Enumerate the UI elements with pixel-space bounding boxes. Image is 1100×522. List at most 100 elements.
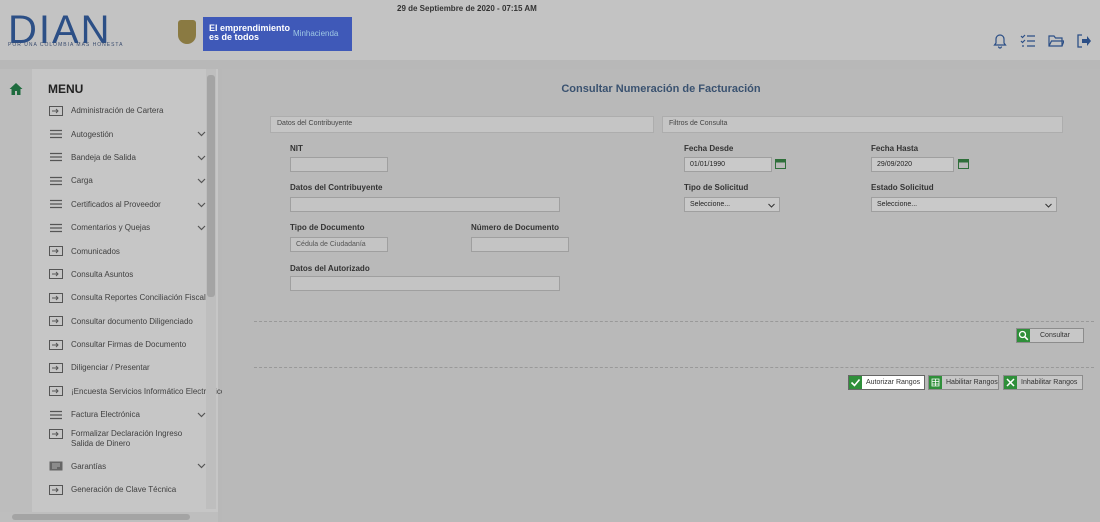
fecha-desde-label: Fecha Desde [684, 144, 734, 153]
arrow-box-icon [49, 269, 63, 280]
grid-icon [49, 461, 63, 471]
sidebar-item-label: Generación de Clave Técnica [71, 485, 177, 495]
sidebar-item[interactable]: Certificados al Proveedor [40, 193, 206, 216]
folder-icon[interactable] [1048, 33, 1064, 49]
arrow-box-icon [49, 246, 63, 257]
sidebar-item-label: Garantías [71, 461, 107, 471]
sidebar-item-label: Bandeja de Salida [71, 152, 136, 162]
chevron-down-icon[interactable] [197, 129, 206, 138]
estado-solicitud-select[interactable]: Seleccione... [871, 197, 1057, 212]
sidebar-item-label: Diligenciar / Presentar [71, 363, 150, 373]
lines-icon [49, 199, 63, 209]
app-window: DIAN POR UNA COLOMBIA MÁS HONESTA El emp… [0, 0, 1100, 522]
tipo-solicitud-value: Seleccione... [690, 201, 731, 208]
government-banner: El emprendimiento es de todos Minhaciend… [203, 17, 352, 51]
sidebar-item[interactable]: Diligenciar / Presentar [40, 356, 206, 379]
scrollbar-thumb[interactable] [207, 75, 215, 297]
sidebar-item[interactable]: Consulta Asuntos [40, 263, 206, 286]
fecha-desde-input[interactable]: 01/01/1990 [684, 157, 772, 172]
tipo-documento-label: Tipo de Documento [290, 223, 365, 232]
arrow-box-icon [49, 484, 63, 495]
autorizado-label: Datos del Autorizado [290, 264, 370, 273]
sidebar-item[interactable]: Administración de Cartera [40, 99, 206, 122]
chevron-down-icon[interactable] [197, 153, 206, 162]
lines-icon [49, 152, 63, 162]
sidebar-item-label: Comunicados [71, 246, 120, 256]
inhabilitar-rangos-button[interactable]: Inhabilitar Rangos [1003, 375, 1083, 390]
main-content: Consultar Numeración de Facturación Dato… [222, 69, 1100, 522]
lines-icon [49, 223, 63, 233]
logout-icon[interactable] [1076, 33, 1092, 49]
calendar-icon[interactable] [775, 159, 786, 169]
sidebar-item[interactable]: Factura Electrónica [40, 403, 206, 426]
scrollbar-thumb[interactable] [12, 514, 190, 520]
tipo-solicitud-label: Tipo de Solicitud [684, 183, 749, 192]
divider [254, 367, 1094, 368]
chevron-down-icon [768, 203, 775, 208]
inhabilitar-rangos-label: Inhabilitar Rangos [1021, 379, 1078, 386]
sidebar-item[interactable]: Consulta Reportes Conciliación Fiscal [40, 286, 206, 309]
arrow-box-icon [49, 429, 63, 440]
sidebar-item-label: Factura Electrónica [71, 410, 140, 420]
dian-logo[interactable]: DIAN POR UNA COLOMBIA MÁS HONESTA [8, 10, 148, 52]
sidebar: MENU Administración de Cartera Autogestió… [0, 69, 225, 522]
sidebar-item-label: Autogestión [71, 129, 114, 139]
sidebar-item-label: Consulta Asuntos [71, 269, 134, 279]
chevron-down-icon[interactable] [197, 410, 206, 419]
sidebar-horizontal-scrollbar[interactable] [0, 512, 218, 522]
chevron-down-icon[interactable] [197, 176, 206, 185]
nit-field [290, 157, 388, 172]
consultar-label: Consultar [1040, 332, 1070, 339]
panel-header-filtros: Filtros de Consulta [662, 116, 1063, 133]
fecha-hasta-input[interactable]: 29/09/2020 [871, 157, 954, 172]
habilitar-rangos-label: Habilitar Rangos [946, 379, 998, 386]
search-icon [1017, 329, 1030, 342]
sidebar-item[interactable]: Consultar Firmas de Documento [40, 333, 206, 356]
header: DIAN POR UNA COLOMBIA MÁS HONESTA El emp… [0, 0, 1100, 60]
sidebar-item[interactable]: Bandeja de Salida [40, 146, 206, 169]
sidebar-item[interactable]: Generación de Clave Técnica [40, 478, 206, 501]
sidebar-item[interactable]: ¡Encuesta Servicios Informático Electrón… [40, 380, 225, 403]
chevron-down-icon[interactable] [197, 200, 206, 209]
habilitar-rangos-button[interactable]: Habilitar Rangos [928, 375, 999, 390]
contribuyente-label: Datos del Contribuyente [290, 183, 383, 192]
sidebar-item[interactable]: Comentarios y Quejas [40, 216, 206, 239]
gov-ministry: Minhacienda [293, 29, 339, 38]
chevron-down-icon[interactable] [197, 223, 206, 232]
arrow-box-icon [49, 105, 63, 116]
sidebar-item-label: Consultar Firmas de Documento [71, 340, 187, 350]
contribuyente-field [290, 197, 560, 212]
nit-label: NIT [290, 144, 303, 153]
lines-icon [49, 176, 63, 186]
sidebar-item-label: Carga [71, 176, 93, 186]
divider [254, 321, 1094, 322]
estado-solicitud-value: Seleccione... [877, 201, 918, 208]
sidebar-item[interactable]: Formalizar Declaración Ingreso Salida de… [40, 426, 206, 454]
lines-icon [49, 410, 63, 420]
chevron-down-icon[interactable] [197, 461, 206, 470]
sidebar-item[interactable]: Comunicados [40, 239, 206, 262]
arrow-box-icon [49, 292, 63, 303]
sidebar-item-label: ¡Encuesta Servicios Informático Electrón… [71, 386, 226, 396]
autorizar-rangos-label: Autorizar Rangos [866, 379, 921, 386]
autorizado-field [290, 276, 560, 291]
home-icon[interactable] [9, 82, 23, 96]
bell-icon[interactable] [992, 33, 1008, 49]
checklist-icon[interactable] [1020, 33, 1036, 49]
autorizar-rangos-button[interactable]: Autorizar Rangos [848, 375, 925, 390]
numero-documento-label: Número de Documento [471, 223, 560, 232]
consultar-button[interactable]: Consultar [1016, 328, 1084, 343]
calendar-icon[interactable] [958, 159, 969, 169]
header-datetime: 29 de Septiembre de 2020 - 07:15 AM [397, 4, 537, 13]
tipo-solicitud-select[interactable]: Seleccione... [684, 197, 780, 212]
sidebar-item[interactable]: Consultar documento Diligenciado [40, 310, 206, 333]
sidebar-vertical-scrollbar[interactable] [206, 69, 216, 509]
menu-title: MENU [48, 82, 84, 96]
sidebar-item-label: Formalizar Declaración Ingreso Salida de… [71, 429, 183, 449]
sidebar-item-label: Certificados al Proveedor [71, 199, 161, 209]
check-icon [849, 376, 862, 389]
sidebar-item[interactable]: Carga [40, 169, 206, 192]
sidebar-item[interactable]: Autogestión [40, 122, 206, 145]
sidebar-item[interactable]: Garantías [40, 454, 206, 477]
arrow-box-icon [49, 316, 63, 327]
